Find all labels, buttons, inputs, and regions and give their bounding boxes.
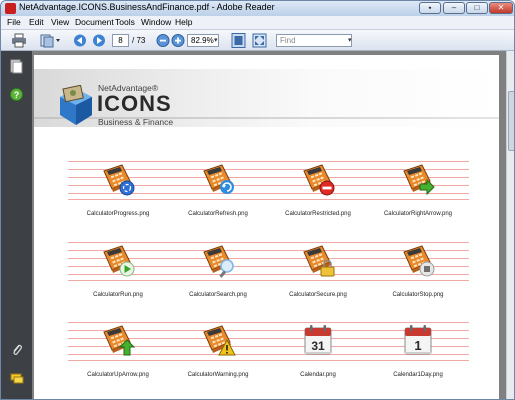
zoom-dropdown-chevron-icon[interactable]: ▾: [214, 36, 218, 44]
icon-filename-label: CalculatorRun.png: [93, 292, 143, 298]
previous-page-icon[interactable]: [73, 33, 87, 48]
icon-cell: CalculatorRestricted.png: [268, 161, 368, 223]
icon-cell: CalculatorStop.png: [368, 242, 468, 304]
vertical-scrollbar[interactable]: [506, 51, 514, 399]
calculator-up-arrow-icon: [103, 325, 136, 356]
icon-filename-label: CalculatorRefresh.png: [188, 211, 248, 217]
next-page-icon[interactable]: [92, 33, 106, 48]
fit-page-icon[interactable]: [231, 33, 246, 48]
zoom-out-icon[interactable]: [156, 33, 170, 48]
attachments-icon[interactable]: [11, 343, 23, 357]
icon-cell: CalculatorWarning.png: [168, 322, 268, 384]
calculator-search-icon: [203, 245, 234, 278]
navigation-pane: ?: [1, 51, 32, 399]
netadvantage-logo-icon: [60, 85, 92, 125]
find-input[interactable]: Find: [276, 34, 352, 47]
icon-cell: CalculatorRightArrow.png: [368, 161, 468, 223]
menu-file[interactable]: File: [7, 17, 21, 27]
calendar-1-day-icon: 1: [404, 325, 432, 355]
window-title: NetAdvantage.ICONS.BusinessAndFinance.pd…: [19, 2, 275, 12]
calculator-stop-icon: [403, 245, 435, 277]
calculator-progress-icon: [103, 164, 135, 196]
calendar-day-number: 1: [414, 338, 421, 353]
icon-filename-label: CalculatorProgress.png: [86, 211, 150, 217]
icon-filename-label: CalculatorRestricted.png: [285, 211, 351, 217]
calculator-secure-icon: [303, 245, 335, 277]
calendar-icon: 31: [304, 325, 332, 355]
menu-view[interactable]: View: [51, 17, 69, 27]
application-window: NetAdvantage.ICONS.BusinessAndFinance.pd…: [0, 0, 515, 400]
icon-filename-label: Calendar1Day.png: [393, 372, 443, 378]
icon-filename-label: CalculatorStop.png: [392, 292, 444, 298]
icon-cell: CalculatorProgress.png: [68, 161, 168, 223]
calculator-refresh-icon: [203, 164, 234, 194]
zoom-in-icon[interactable]: [171, 33, 185, 48]
icon-cell: CalculatorUpArrow.png: [68, 322, 168, 384]
icon-cell: CalculatorRun.png: [68, 242, 168, 304]
icon-filename-label: CalculatorSearch.png: [189, 292, 247, 298]
svg-text:?: ?: [14, 90, 20, 100]
close-button[interactable]: ✕: [489, 2, 513, 14]
icon-cell: CalculatorSecure.png: [268, 242, 368, 304]
icon-filename-label: CalculatorWarning.png: [187, 372, 249, 378]
menu-window[interactable]: Window: [141, 17, 171, 27]
print-icon[interactable]: [11, 33, 27, 48]
calculator-warning-icon: [203, 325, 236, 356]
brand-title: ICONS: [97, 91, 172, 116]
pages-panel-icon[interactable]: [10, 59, 23, 74]
scrollbar-thumb[interactable]: [508, 91, 514, 151]
pdf-page: NetAdvantage® ICONS Business & Finance C…: [34, 55, 499, 399]
help-window-button[interactable]: ⬩: [419, 2, 441, 14]
brand-subtitle: Business & Finance: [98, 117, 174, 127]
icon-filename-label: CalculatorRightArrow.png: [383, 211, 453, 217]
full-screen-icon[interactable]: [252, 33, 267, 48]
maximize-button[interactable]: □: [466, 2, 488, 14]
minimize-button[interactable]: –: [443, 2, 465, 14]
calculator-run-icon: [103, 245, 135, 277]
icon-cell: 1 Calendar1Day.png: [368, 322, 468, 384]
find-dropdown-chevron-icon[interactable]: ▾: [348, 36, 352, 44]
menu-help[interactable]: Help: [175, 17, 192, 27]
comments-icon[interactable]: [10, 373, 24, 385]
icon-cell: CalculatorRefresh.png: [168, 161, 268, 223]
icon-filename-label: CalculatorSecure.png: [289, 292, 347, 298]
icon-filename-label: CalculatorUpArrow.png: [87, 372, 149, 378]
menu-bar: File Edit View Document Tools Window Hel…: [1, 16, 514, 30]
calculator-right-arrow-icon: [403, 164, 435, 196]
adobe-reader-icon: [5, 3, 16, 14]
menu-document[interactable]: Document: [75, 17, 114, 27]
menu-edit[interactable]: Edit: [29, 17, 44, 27]
menu-tools[interactable]: Tools: [115, 17, 135, 27]
icon-cell: 31 Calendar.png: [268, 322, 368, 384]
calculator-restricted-icon: [303, 164, 335, 196]
toolbar: 8 / 73 82.9% ▾ Find ▾: [1, 30, 514, 51]
icon-cell: CalculatorSearch.png: [168, 242, 268, 304]
title-bar[interactable]: NetAdvantage.ICONS.BusinessAndFinance.pd…: [1, 1, 514, 16]
pages-icon[interactable]: [39, 33, 61, 48]
calendar-day-number: 31: [311, 339, 325, 353]
help-icon[interactable]: ?: [10, 88, 23, 101]
page-number-input[interactable]: 8: [112, 34, 129, 47]
icon-filename-label: Calendar.png: [300, 372, 336, 378]
page-total: / 73: [132, 36, 146, 45]
